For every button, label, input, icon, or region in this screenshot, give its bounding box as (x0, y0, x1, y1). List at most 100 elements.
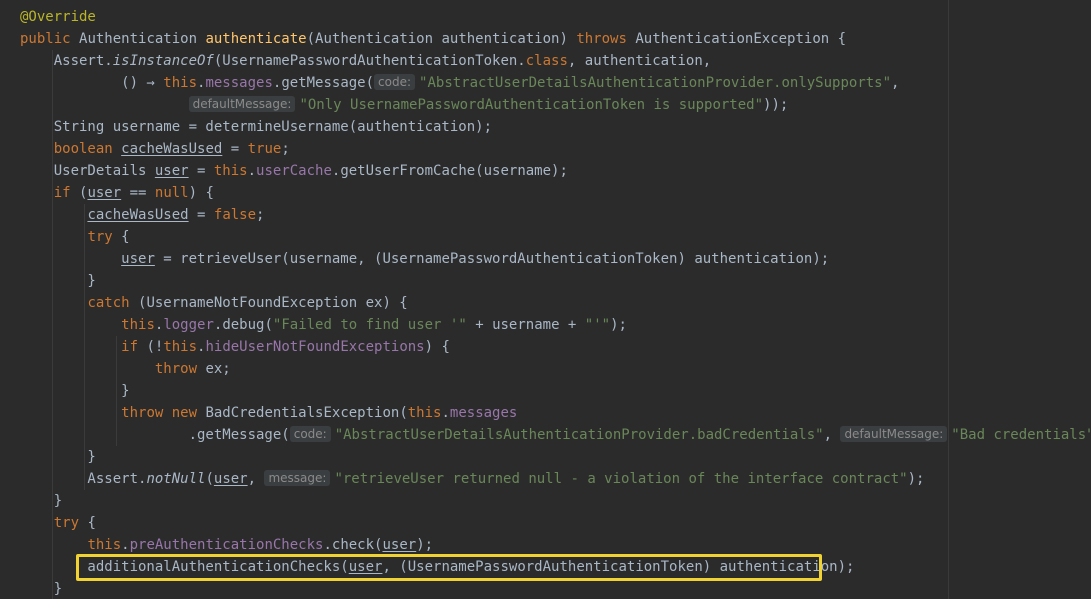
code-line[interactable]: boolean cacheWasUsed = true; (20, 138, 1091, 160)
code-line[interactable]: throw new BadCredentialsException(this.m… (20, 402, 1091, 424)
code-token: . (441, 405, 450, 421)
code-line[interactable]: } (20, 578, 1091, 599)
code-token: Assert. (20, 471, 147, 487)
code-token: "AbstractUserDetailsAuthenticationProvid… (419, 75, 892, 91)
code-token: { (87, 515, 96, 531)
code-line[interactable]: additionalAuthenticationChecks(user, (Us… (20, 556, 1091, 578)
code-token: String username = determineUsername(auth… (20, 119, 493, 135)
code-token: throw (154, 361, 206, 377)
code-token: logger (163, 317, 214, 333)
code-token: , (891, 75, 900, 91)
code-line[interactable]: throw ex; (20, 358, 1091, 380)
code-editor[interactable]: @Override public Authentication authentic… (0, 0, 1091, 599)
code-token: boolean (53, 141, 122, 157)
code-token: (Authentication authentication) (306, 31, 577, 47)
code-line[interactable]: } (20, 270, 1091, 292)
code-token: + username + (466, 317, 585, 333)
code-token: } (20, 493, 63, 509)
code-token: } (20, 581, 63, 597)
code-token: , (823, 427, 841, 443)
code-token: if (53, 185, 80, 201)
code-token: , (UsernamePasswordAuthenticationToken) … (382, 559, 855, 575)
code-token: == (121, 185, 155, 201)
code-line[interactable]: if (!this.hideUserNotFoundExceptions) { (20, 336, 1091, 358)
code-line[interactable]: if (user == null) { (20, 182, 1091, 204)
code-token: , authentication, (567, 53, 712, 69)
code-token: this (87, 537, 122, 553)
code-token: null (154, 185, 189, 201)
code-token: ; (256, 207, 265, 223)
code-token: (! (146, 339, 164, 355)
code-token: (UsernameNotFoundException ex) { (138, 295, 408, 311)
code-line[interactable]: .getMessage(code: "AbstractUserDetailsAut… (20, 424, 1091, 446)
code-token: "AbstractUserDetailsAuthenticationProvid… (334, 427, 824, 443)
code-token: .getMessage( (20, 427, 290, 443)
code-token: BadCredentialsException( (205, 405, 408, 421)
code-line[interactable]: user = retrieveUser(username, (UsernameP… (20, 248, 1091, 270)
code-token: user (348, 559, 383, 575)
code-token: public (20, 31, 80, 47)
code-token: = retrieveUser(username, (UsernamePasswo… (154, 251, 830, 267)
code-token: . (121, 537, 130, 553)
code-token: . (247, 163, 257, 179)
code-token: Authentication (79, 31, 206, 47)
code-token: UserDetails (20, 163, 155, 179)
code-token: = (188, 207, 214, 223)
code-line[interactable]: } (20, 380, 1091, 402)
code-line[interactable]: String username = determineUsername(auth… (20, 116, 1091, 138)
code-lines[interactable]: @Override public Authentication authentic… (20, 6, 1091, 599)
code-line[interactable]: UserDetails user = this.userCache.getUse… (20, 160, 1091, 182)
code-line[interactable]: public Authentication authenticate(Authe… (20, 28, 1091, 50)
code-token: catch (87, 295, 139, 311)
code-token: throw new (121, 405, 206, 421)
code-line[interactable]: Assert.isInstanceOf(UsernamePasswordAuth… (20, 50, 1091, 72)
parameter-hint: defaultMessage: (840, 426, 948, 442)
code-token: "Only UsernamePasswordAuthenticationToke… (299, 97, 764, 113)
code-token: this (213, 163, 248, 179)
code-token: user (382, 537, 417, 553)
code-line[interactable]: () → this.messages.getMessage(code: "Abst… (20, 72, 1091, 94)
code-token: (UsernamePasswordAuthenticationToken. (213, 53, 526, 69)
code-token: class (525, 53, 568, 69)
code-line[interactable]: this.preAuthenticationChecks.check(user)… (20, 534, 1091, 556)
code-token: user (154, 163, 189, 179)
code-line[interactable]: @Override (20, 6, 1091, 28)
code-line[interactable]: try { (20, 226, 1091, 248)
code-token: ) { (424, 339, 450, 355)
code-line[interactable]: cacheWasUsed = false; (20, 204, 1091, 226)
code-token: , (247, 471, 265, 487)
code-token: if (121, 339, 147, 355)
code-token: this (163, 339, 198, 355)
code-token: try (87, 229, 122, 245)
code-line[interactable]: Assert.notNull(user, message: "retrieveUs… (20, 468, 1091, 490)
code-line[interactable]: } (20, 446, 1091, 468)
code-token: "Failed to find user '" (272, 317, 467, 333)
code-token: userCache (256, 163, 332, 179)
code-token: } (20, 273, 96, 289)
code-token: authenticate (205, 31, 307, 47)
code-line[interactable]: catch (UsernameNotFoundException ex) { (20, 292, 1091, 314)
code-line[interactable]: this.logger.debug("Failed to find user '… (20, 314, 1091, 336)
code-token: cacheWasUsed (87, 207, 189, 223)
code-token: = (222, 141, 248, 157)
code-token: isInstanceOf (112, 53, 214, 69)
code-token: false (213, 207, 257, 223)
code-line[interactable]: try { (20, 512, 1091, 534)
code-line[interactable]: } (20, 490, 1091, 512)
code-line[interactable]: defaultMessage: "Only UsernamePasswordAut… (20, 94, 1091, 116)
parameter-hint: message: (264, 470, 331, 486)
code-token: true (247, 141, 282, 157)
code-token: this (121, 317, 155, 333)
code-token: notNull (146, 471, 206, 487)
code-token: = (188, 163, 214, 179)
